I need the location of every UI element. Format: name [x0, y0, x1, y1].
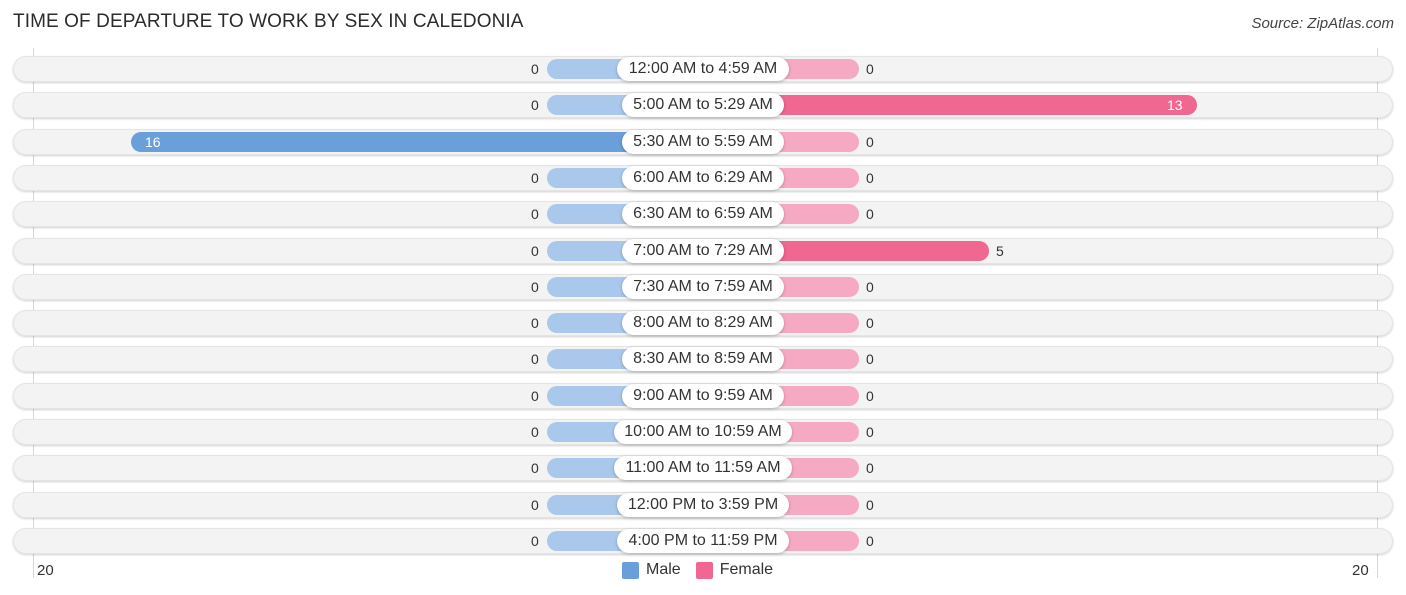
- legend-item-male: Male: [622, 561, 681, 579]
- value-label-female: 0: [866, 497, 874, 513]
- value-label-male: 0: [531, 170, 539, 186]
- value-label-female: 0: [866, 61, 874, 77]
- value-label-male: 0: [531, 497, 539, 513]
- axis-tick-left: 20: [37, 562, 54, 579]
- value-label-male: 0: [531, 388, 539, 404]
- category-label: 6:00 AM to 6:29 AM: [622, 166, 784, 190]
- value-label-male: 0: [531, 460, 539, 476]
- category-label: 8:30 AM to 8:59 AM: [622, 347, 784, 371]
- value-label-female: 0: [866, 315, 874, 331]
- value-label-male: 0: [531, 533, 539, 549]
- category-label: 7:00 AM to 7:29 AM: [622, 239, 784, 263]
- category-label: 12:00 AM to 4:59 AM: [617, 57, 789, 81]
- legend-label-female: Female: [719, 561, 774, 578]
- value-label-male: 0: [531, 351, 539, 367]
- legend-item-female: Female: [695, 561, 774, 579]
- value-label-male: 16: [145, 134, 161, 150]
- value-label-female: 0: [866, 460, 874, 476]
- value-label-female: 0: [866, 134, 874, 150]
- value-label-female: 0: [866, 351, 874, 367]
- category-label: 4:00 PM to 11:59 PM: [617, 529, 789, 553]
- value-label-female: 0: [866, 424, 874, 440]
- category-label: 7:30 AM to 7:59 AM: [622, 275, 784, 299]
- value-label-male: 0: [531, 97, 539, 113]
- chart-title: TIME OF DEPARTURE TO WORK BY SEX IN CALE…: [13, 11, 524, 32]
- category-label: 5:00 AM to 5:29 AM: [622, 93, 784, 117]
- category-label: 9:00 AM to 9:59 AM: [622, 384, 784, 408]
- value-label-female: 0: [866, 388, 874, 404]
- category-label: 12:00 PM to 3:59 PM: [617, 493, 789, 517]
- category-label: 5:30 AM to 5:59 AM: [622, 130, 784, 154]
- value-label-male: 0: [531, 206, 539, 222]
- legend: Male Female: [622, 561, 788, 579]
- value-label-male: 0: [531, 424, 539, 440]
- category-label: 10:00 AM to 10:59 AM: [614, 420, 792, 444]
- legend-swatch-male: [622, 561, 639, 579]
- category-label: 6:30 AM to 6:59 AM: [622, 202, 784, 226]
- axis-tick-right: 20: [1352, 562, 1369, 579]
- category-label: 11:00 AM to 11:59 AM: [614, 456, 792, 480]
- value-label-female: 0: [866, 279, 874, 295]
- value-label-female: 0: [866, 206, 874, 222]
- bar-male: [131, 132, 703, 152]
- source-label: Source: ZipAtlas.com: [1251, 15, 1394, 32]
- value-label-female: 13: [1167, 97, 1183, 113]
- value-label-female: 5: [996, 243, 1004, 259]
- legend-swatch-female: [695, 561, 713, 579]
- value-label-female: 0: [866, 170, 874, 186]
- category-label: 8:00 AM to 8:29 AM: [622, 311, 784, 335]
- value-label-male: 0: [531, 279, 539, 295]
- value-label-male: 0: [531, 243, 539, 259]
- value-label-male: 0: [531, 61, 539, 77]
- legend-label-male: Male: [646, 561, 681, 578]
- value-label-male: 0: [531, 315, 539, 331]
- value-label-female: 0: [866, 533, 874, 549]
